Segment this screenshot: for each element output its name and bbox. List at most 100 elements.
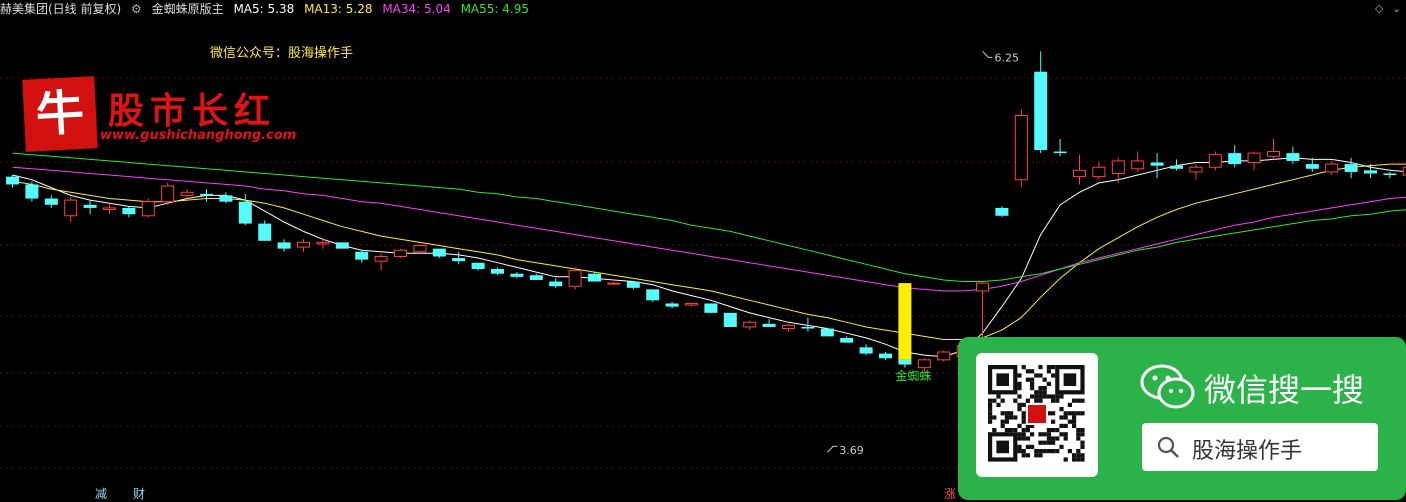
signal-label: 金蜘蛛 [895,368,931,383]
ma34-label: MA34: 5.04 [382,2,450,16]
candle [1132,161,1144,169]
candle [1151,163,1164,166]
wechat-search-box[interactable]: 股海操作手 [1142,423,1378,471]
candle [1248,153,1260,162]
candle [840,338,853,343]
candle [860,347,873,353]
low-marker [827,446,837,452]
indicator-name[interactable]: 金蜘蛛原版主 [152,2,224,16]
candle [704,303,717,312]
ma5-label: MA5: 5.38 [233,2,294,16]
candle [646,289,659,300]
wechat-account-note: 微信公众号：股海操作手 [210,42,353,61]
watermark-logo: 牛 股市长红 www.gushichanghong.com [24,78,284,150]
chart-header: 赫美集团(日线 前复权) ⚙ 金蜘蛛原版主 MA5: 5.38 MA13: 5.… [0,0,1406,18]
candle [200,194,213,196]
qr-code-pattern [976,353,1098,477]
series-ma34 [13,167,1406,291]
wechat-icon [1140,363,1196,411]
high-label: 6.25 [995,51,1020,64]
wechat-search-title: 微信搜一搜 [1204,365,1364,411]
candle [84,205,97,208]
candle [375,256,387,261]
diamond-icon[interactable]: ◇ [1375,2,1383,15]
candle [724,313,737,327]
settings-icon[interactable]: ⚙ [131,2,142,16]
candle [763,324,776,327]
candle [1190,167,1202,172]
candle [879,354,892,359]
candle [1112,161,1124,174]
candle [995,208,1008,216]
logo-url: www.gushichanghong.com [100,128,296,143]
candle [25,184,38,198]
candle [433,249,446,257]
candle [744,322,756,327]
candle [219,195,232,201]
candle [588,274,601,282]
candle [530,275,543,280]
candle [395,250,407,256]
candle [666,303,679,306]
candle [1345,164,1358,172]
candle [1326,164,1338,172]
series-ma5 [13,158,1406,357]
candle [510,274,523,277]
candle [317,242,329,244]
candle [278,242,291,248]
candle [549,282,562,287]
candle [1034,72,1047,150]
ma13-label: MA13: 5.28 [304,2,372,16]
candle [898,360,911,365]
candle [918,360,930,368]
candle [1286,153,1299,161]
candle [1228,153,1241,164]
candle [686,303,698,305]
bottom-label-finance: 财 [133,485,145,502]
candle [569,271,581,287]
bottom-label-rise: 涨 [944,485,956,502]
bottom-label-reduce: 减 [95,485,107,502]
candle [821,329,834,337]
candle [783,325,795,328]
candle [938,352,950,360]
candle [801,327,814,329]
candle [104,208,116,210]
candle [239,202,252,224]
candle [414,246,426,252]
wechat-search-banner: 微信搜一搜 股海操作手 [958,337,1406,500]
candle [608,283,620,284]
candle [1093,167,1105,176]
candle [1054,152,1067,154]
logo-badge: 牛 [22,76,98,152]
candle [1170,166,1183,169]
ma55-label: MA55: 4.95 [461,2,529,16]
low-label: 3.69 [839,444,864,457]
candle [355,252,368,260]
candle [1268,152,1280,157]
high-marker [983,51,993,57]
candle [181,192,193,195]
candle [45,199,58,205]
wechat-search-query: 股海操作手 [1192,433,1302,465]
candle [977,283,989,291]
candle [1306,164,1319,169]
candle [1383,173,1396,175]
chevron-down-icon[interactable]: ⌄ [1392,2,1401,15]
candle [336,242,349,248]
signal-bar [898,283,911,360]
candle [298,242,310,247]
candle [1364,170,1377,173]
candle [6,177,19,185]
qr-code [976,353,1098,477]
logo-title: 股市长红 [108,82,276,134]
candle [258,224,271,241]
candle [162,186,174,202]
candle [65,200,77,216]
candle [472,263,485,269]
security-title: 赫美集团(日线 前复权) [0,2,121,16]
candle [452,258,465,261]
candle [1209,155,1221,168]
candle [1015,116,1027,180]
candle [627,282,640,288]
